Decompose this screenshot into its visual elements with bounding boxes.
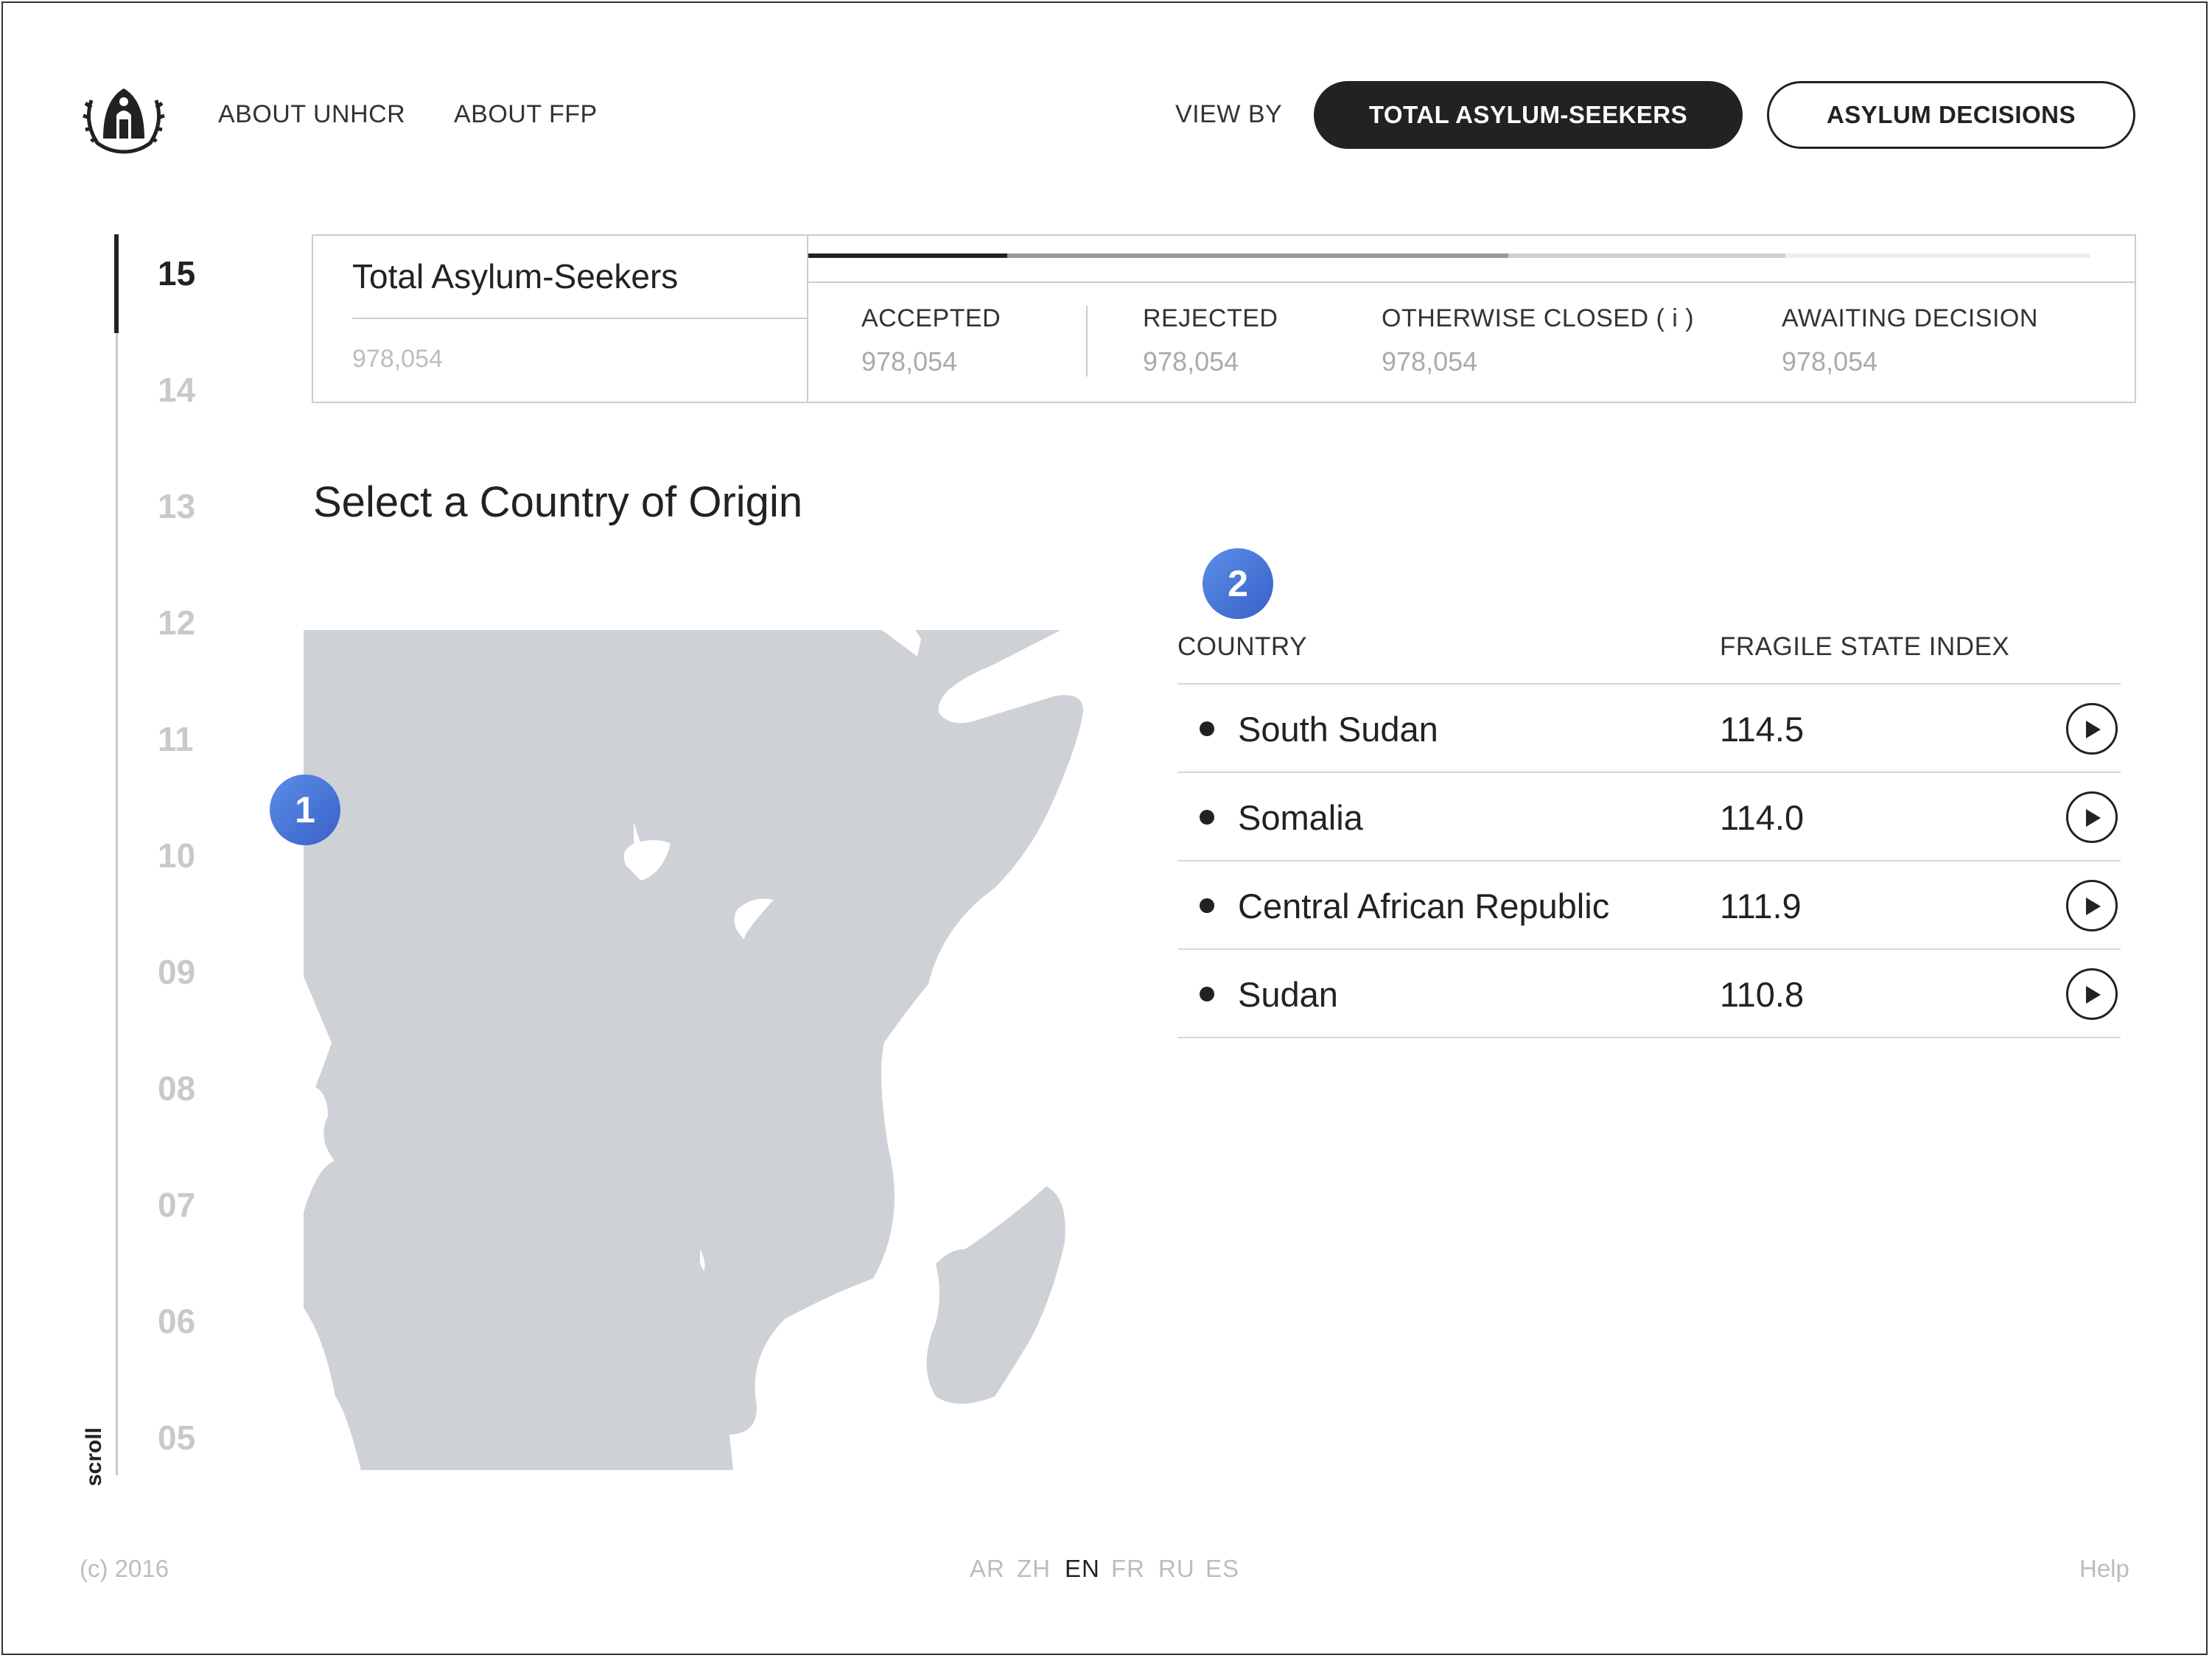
total-asylum-seekers-button[interactable]: TOTAL ASYLUM-SEEKERS — [1314, 81, 1743, 149]
country-name: Somalia — [1238, 798, 1363, 837]
nav-about-unhcr[interactable]: ABOUT UNHCR — [218, 100, 405, 129]
table-row-divider — [1177, 860, 2121, 861]
section-title: Select a Country of Origin — [313, 478, 803, 526]
table-row[interactable]: Sudan 110.8 — [1177, 951, 2121, 1038]
fragile-state-index-value: 114.0 — [1720, 798, 1805, 837]
row-bullet — [1200, 898, 1214, 913]
asylum-decisions-button[interactable]: ASYLUM DECISIONS — [1767, 81, 2135, 149]
row-bullet — [1200, 721, 1214, 736]
summary-divider — [807, 234, 808, 403]
stat-rejected-value: 978,054 — [1143, 346, 1239, 377]
table-marker-2[interactable]: 2 — [1203, 548, 1273, 619]
year-item-13[interactable]: 13 — [158, 486, 195, 526]
year-item-05[interactable]: 05 — [158, 1418, 195, 1458]
year-item-10[interactable]: 10 — [158, 836, 195, 875]
year-item-11[interactable]: 11 — [158, 719, 194, 759]
year-item-14[interactable]: 14 — [158, 370, 195, 410]
stat-awaiting-label: AWAITING DECISION — [1782, 304, 2038, 332]
play-icon[interactable] — [2066, 880, 2118, 931]
language-es[interactable]: ES — [1205, 1555, 1239, 1583]
stacked-bar-awaiting — [1785, 253, 2090, 258]
map-marker-1[interactable]: 1 — [270, 774, 340, 845]
country-name: Central African Republic — [1238, 886, 1610, 926]
copyright: (c) 2016 — [80, 1555, 169, 1582]
scroll-label: scroll — [82, 1427, 107, 1487]
view-by-label: VIEW BY — [1175, 100, 1283, 128]
stat-rejected-label: REJECTED — [1143, 304, 1278, 332]
play-icon[interactable] — [2066, 791, 2118, 843]
table-row[interactable]: South Sudan 114.5 — [1177, 685, 2121, 772]
table-row[interactable]: Somalia 114.0 — [1177, 774, 2121, 861]
help-link[interactable]: Help — [2079, 1555, 2129, 1583]
year-item-15[interactable]: 15 — [158, 253, 195, 293]
fragile-state-index-value: 111.9 — [1720, 886, 1802, 926]
africa-map[interactable] — [302, 630, 1098, 1470]
language-en[interactable]: EN — [1065, 1555, 1100, 1583]
summary-title: Total Asylum-Seekers — [352, 257, 679, 295]
table-row[interactable]: Central African Republic 111.9 — [1177, 862, 2121, 949]
table-row-divider — [1177, 772, 2121, 773]
fragile-state-index-value: 114.5 — [1720, 710, 1805, 749]
year-item-08[interactable]: 08 — [158, 1068, 195, 1108]
language-ru[interactable]: RU — [1158, 1555, 1195, 1583]
table-header-divider — [1177, 683, 2121, 685]
summary-bar-divider — [808, 281, 2135, 283]
row-bullet — [1200, 810, 1214, 825]
play-icon[interactable] — [2066, 968, 2118, 1020]
row-bullet — [1200, 987, 1214, 1001]
column-header-country[interactable]: COUNTRY — [1177, 632, 1307, 662]
year-item-09[interactable]: 09 — [158, 952, 195, 992]
play-icon[interactable] — [2066, 703, 2118, 755]
stacked-bar-accepted — [808, 253, 1007, 258]
summary-title-underline — [352, 318, 807, 319]
year-item-06[interactable]: 06 — [158, 1301, 195, 1341]
year-item-12[interactable]: 12 — [158, 603, 195, 643]
year-scroll-track[interactable] — [116, 236, 118, 1475]
table-row-divider — [1177, 948, 2121, 950]
language-fr[interactable]: FR — [1111, 1555, 1145, 1583]
table-row-divider — [1177, 1037, 2121, 1038]
year-item-07[interactable]: 07 — [158, 1185, 195, 1225]
country-name: South Sudan — [1238, 710, 1438, 749]
stacked-bar-otherwise-closed — [1508, 253, 1785, 258]
fragile-state-index-value: 110.8 — [1720, 975, 1805, 1014]
column-header-fragile-state-index[interactable]: FRAGILE STATE INDEX — [1720, 632, 2009, 662]
unhcr-logo-icon[interactable] — [81, 78, 167, 155]
language-zh[interactable]: ZH — [1017, 1555, 1051, 1583]
language-ar[interactable]: AR — [970, 1555, 1005, 1583]
country-name: Sudan — [1238, 975, 1338, 1014]
stat-separator — [1086, 306, 1088, 377]
stat-otherwise-closed-label[interactable]: OTHERWISE CLOSED ( i ) — [1382, 304, 1694, 333]
stat-accepted-value: 978,054 — [861, 346, 958, 377]
stacked-bar-rejected — [1007, 253, 1508, 258]
summary-total-value: 978,054 — [352, 345, 443, 373]
stat-awaiting-value: 978,054 — [1782, 346, 1878, 377]
nav-about-ffp[interactable]: ABOUT FFP — [454, 100, 598, 129]
year-scroll-indicator[interactable] — [114, 234, 119, 333]
stat-accepted-label: ACCEPTED — [861, 304, 1001, 332]
stat-otherwise-closed-value: 978,054 — [1382, 346, 1478, 377]
